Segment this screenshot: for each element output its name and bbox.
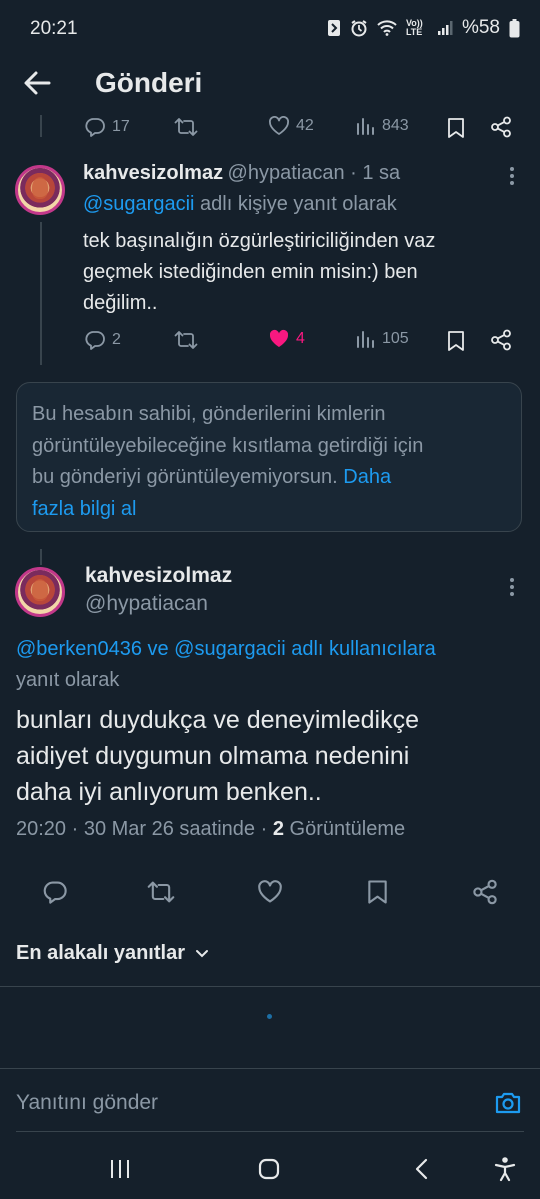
thread-connector [40, 549, 42, 565]
retweet-action[interactable] [174, 116, 198, 138]
tweet-text: bunları duydukça ve deneyimledikçe aidiy… [16, 702, 419, 810]
more-options-icon[interactable] [510, 578, 516, 596]
input-underline [16, 1131, 524, 1132]
header: Gönderi [0, 60, 540, 120]
share-icon[interactable] [490, 116, 512, 138]
reply-context: @sugargacii adlı kişiye yanıt olarak [83, 193, 397, 216]
tweet-text-line: aidiyet duygumun olmama nedenini [16, 742, 410, 770]
tweet-text-line: daha iyi anlıyorum benken.. [16, 778, 322, 806]
bookmark-icon[interactable] [447, 330, 465, 352]
views-count: 843 [382, 117, 409, 134]
battery-percent: %58 [461, 17, 500, 38]
retweet-icon[interactable] [147, 879, 175, 905]
tweet-text: tek başınalığın özgürleştiriciliğinden v… [83, 226, 435, 319]
avatar[interactable] [15, 165, 65, 215]
reply-count: 17 [112, 118, 130, 135]
more-options-icon[interactable] [510, 167, 516, 185]
retweet-icon [174, 118, 198, 136]
signal-icon [437, 21, 453, 35]
share-icon[interactable] [490, 329, 512, 351]
avatar[interactable] [15, 567, 65, 617]
notice-line: Bu hesabın sahibi, gönderilerini kimleri… [32, 403, 386, 425]
recent-apps-icon[interactable] [109, 1159, 131, 1179]
accessibility-icon[interactable] [493, 1156, 517, 1182]
views-count: 105 [382, 330, 409, 347]
thread-connector [40, 115, 42, 137]
like-action[interactable]: 4 [268, 329, 305, 349]
reply-icon[interactable] [42, 879, 68, 905]
status-icons: Vo)) LTE %58 [327, 17, 520, 39]
notice-line: görüntüleyebileceğine kısıtlama getirdiğ… [32, 434, 424, 457]
notice-line-with-link: bu gönderiyi görüntüleyemiyorsun. Daha [32, 462, 506, 494]
notice-line: bu gönderiyi görüntüleyemiyorsun. [32, 466, 338, 488]
mention-links[interactable]: @berken0436 ve @sugargacii adlı kullanıc… [16, 634, 436, 665]
mention-link[interactable]: @sugargacii [83, 193, 194, 215]
restricted-notice: Bu hesabın sahibi, gönderilerini kimleri… [16, 382, 522, 532]
reply-context-suffix: yanıt olarak [16, 669, 120, 691]
status-bar: 20:21 Vo)) LTE %58 [0, 0, 540, 60]
learn-more-link[interactable]: Daha [343, 466, 391, 488]
handle-time: @hypatiacan · 1 sa [227, 162, 401, 184]
view-count[interactable]: 2 [273, 818, 284, 840]
display-name[interactable]: kahvesizolmaz [83, 162, 223, 184]
alarm-icon [351, 20, 367, 37]
reply-action[interactable]: 17 [84, 116, 130, 138]
views-action[interactable]: 105 [356, 329, 409, 349]
replies-sort-label: En alakalı yanıtlar [16, 942, 185, 964]
views-action[interactable]: 843 [356, 116, 409, 136]
battery-icon [509, 18, 520, 37]
tweet-text-line: değilim.. [83, 292, 158, 314]
timestamp[interactable]: 20:20 · 30 Mar 26 saatinde · [16, 818, 273, 840]
learn-more-link[interactable]: fazla bilgi al [32, 494, 506, 526]
thread-connector [40, 222, 42, 365]
back-arrow-icon[interactable] [22, 68, 52, 98]
bookmark-icon[interactable] [367, 879, 388, 905]
bookmark-icon[interactable] [447, 117, 465, 139]
like-count: 42 [296, 117, 314, 134]
volte-label: Vo)) LTE [405, 18, 423, 37]
reply-action[interactable]: 2 [84, 329, 121, 351]
reply-context-suffix: adlı kişiye yanıt olarak [194, 193, 397, 215]
reply-input[interactable]: Yanıtını gönder [16, 1091, 158, 1115]
retweet-icon [174, 331, 198, 349]
tweet-text-line: tek başınalığın özgürleştiriciliğinden v… [83, 230, 436, 252]
reply-count: 2 [112, 331, 121, 348]
status-time: 20:21 [30, 18, 78, 39]
tweet-meta: 20:20 · 30 Mar 26 saatinde · 2 Görüntüle… [16, 818, 405, 841]
wifi-icon [377, 20, 397, 36]
replies-sort-dropdown[interactable]: En alakalı yanıtlar [16, 942, 209, 965]
loading-dot [267, 1014, 272, 1019]
chevron-down-icon [195, 949, 208, 957]
heart-icon[interactable] [257, 880, 283, 904]
reply-context: @berken0436 ve @sugargacii adlı kullanıc… [16, 634, 436, 696]
divider [0, 986, 540, 987]
display-name[interactable]: kahvesizolmaz [85, 564, 232, 588]
data-saver-icon [327, 20, 340, 36]
view-label[interactable]: Görüntüleme [284, 818, 406, 840]
handle: @hypatiacan [85, 592, 208, 615]
back-icon[interactable] [414, 1158, 430, 1180]
reply-composer: Yanıtını gönder [0, 1069, 540, 1139]
system-nav-bar [0, 1139, 540, 1199]
heart-filled-icon [269, 329, 289, 347]
share-icon[interactable] [472, 879, 498, 905]
like-count: 4 [296, 330, 305, 347]
tweet-text-line: geçmek istediğinden emin misin:) ben [83, 261, 418, 283]
retweet-action[interactable] [174, 329, 198, 351]
views-icon [357, 331, 374, 348]
reply-icon [85, 331, 105, 350]
home-icon[interactable] [258, 1158, 280, 1180]
reply-icon [85, 118, 105, 137]
tweet-header: kahvesizolmaz @hypatiacan · 1 sa [83, 162, 400, 185]
like-action[interactable]: 42 [268, 116, 314, 136]
page-title: Gönderi [95, 67, 203, 98]
heart-icon [269, 116, 289, 135]
views-icon [357, 118, 374, 135]
tweet-text-line: bunları duydukça ve deneyimledikçe [16, 706, 420, 734]
camera-icon[interactable] [494, 1091, 522, 1115]
